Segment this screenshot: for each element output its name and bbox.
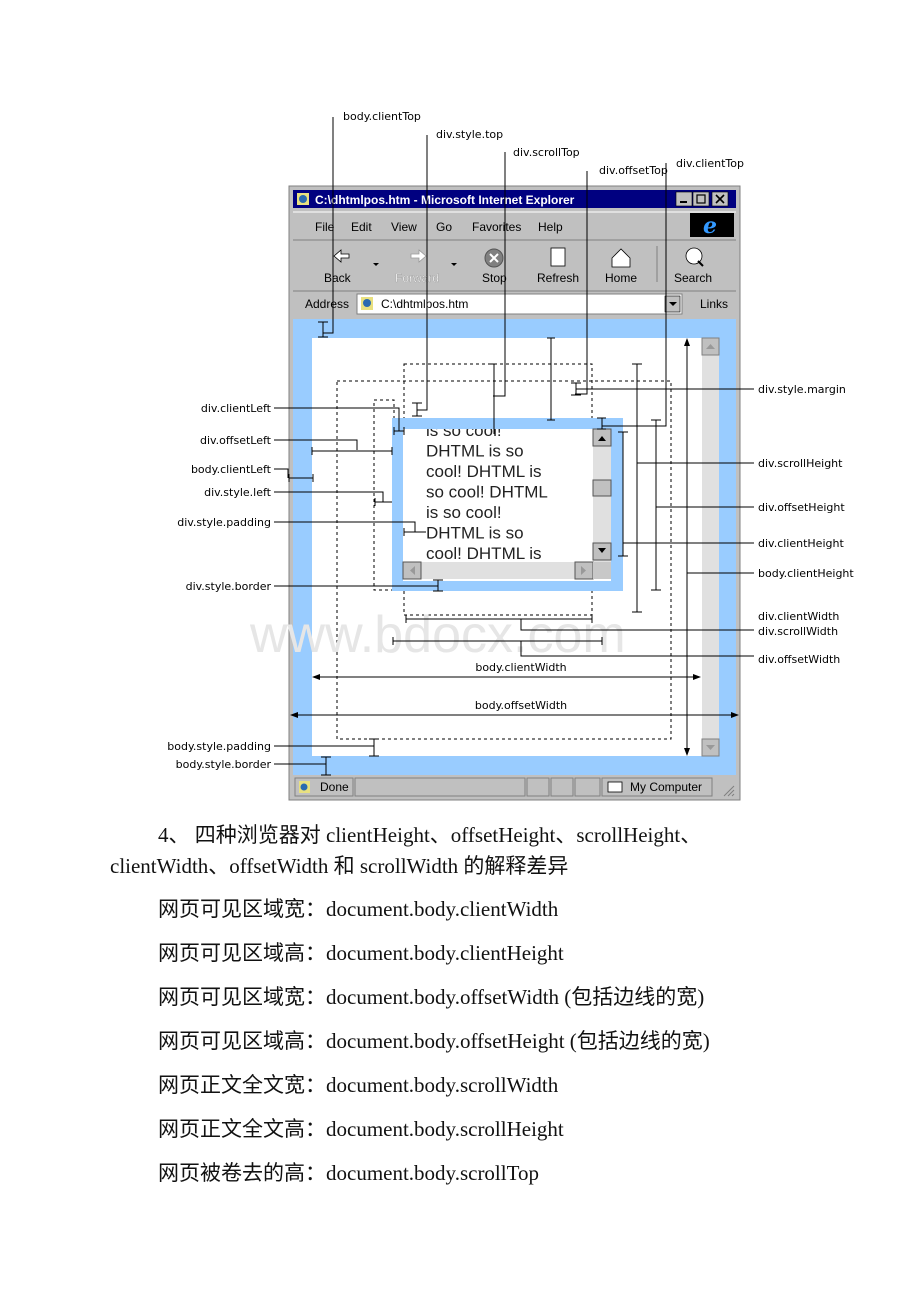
computer-icon — [607, 781, 623, 793]
positioned-div: is so cool!DHTML is socool! DHTML isso c… — [392, 418, 623, 591]
label-body-style-padding: body.style.padding — [167, 740, 271, 753]
label-div-offsetHeight: div.offsetHeight — [758, 501, 845, 514]
label-body-offsetWidth: body.offsetWidth — [475, 699, 567, 712]
list-item: 网页可见区域宽：document.body.clientWidth — [158, 897, 559, 921]
svg-text:Back: Back — [324, 271, 352, 285]
label-div-offsetLeft: div.offsetLeft — [200, 434, 272, 447]
label-div-scrollHeight: div.scrollHeight — [758, 457, 843, 470]
label-div-clientHeight: div.clientHeight — [758, 537, 844, 550]
label-div-style-padding: div.style.padding — [177, 516, 271, 529]
list-item: 网页被卷去的高：document.body.scrollTop — [158, 1161, 539, 1185]
label-div-style-margin: div.style.margin — [758, 383, 846, 396]
list-item: 网页正文全文宽：document.body.scrollWidth — [158, 1073, 559, 1097]
status-text: Done — [320, 780, 349, 794]
status-bar: Done My Computer — [293, 777, 736, 797]
minimize-button[interactable] — [675, 191, 693, 207]
svg-text:Refresh: Refresh — [537, 271, 579, 285]
label-div-offsetTop: div.offsetTop — [599, 164, 668, 177]
done-page-icon — [300, 783, 308, 791]
label-div-style-border: div.style.border — [186, 580, 272, 593]
section-heading-line1: 4、 四种浏览器对 clientHeight、offsetHeight、scro… — [158, 823, 702, 847]
list-item: 网页正文全文高：document.body.scrollHeight — [158, 1117, 564, 1141]
menu-edit[interactable]: Edit — [351, 220, 372, 234]
body-scrollbar[interactable] — [702, 338, 719, 756]
label-div-offsetWidth: div.offsetWidth — [758, 653, 840, 666]
div-text-line: cool! DHTML is — [426, 462, 542, 481]
label-div-clientWidth: div.clientWidth — [758, 610, 839, 623]
address-label: Address — [305, 297, 349, 311]
label-div-scrollWidth: div.scrollWidth — [758, 625, 838, 638]
list-item: 网页可见区域高：document.body.offsetHeight (包括边线… — [158, 1029, 710, 1053]
label-body-clientWidth: body.clientWidth — [475, 661, 566, 674]
menu-favorites[interactable]: Favorites — [472, 220, 521, 234]
div-text-line: so cool! DHTML — [426, 483, 548, 502]
svg-text:Stop: Stop — [482, 271, 507, 285]
list-item: 网页可见区域宽：document.body.offsetWidth (包括边线的… — [158, 985, 705, 1009]
window-title: C:\dhtmlpos.htm - Microsoft Internet Exp… — [315, 193, 575, 207]
label-div-style-top: div.style.top — [436, 128, 503, 141]
svg-text:Search: Search — [674, 271, 712, 285]
links-button[interactable]: Links — [700, 297, 728, 311]
div-scroll-thumb[interactable] — [592, 479, 612, 497]
label-div-clientLeft: div.clientLeft — [201, 402, 272, 415]
label-body-clientLeft: body.clientLeft — [191, 463, 272, 476]
menu-go[interactable]: Go — [436, 220, 452, 234]
address-bar: Address C:\dhtmlpos.htm Links — [293, 290, 736, 315]
label-div-clientTop: div.clientTop — [676, 157, 744, 170]
div-h-scrollbar[interactable] — [403, 562, 593, 579]
address-value: C:\dhtmlpos.htm — [381, 297, 468, 311]
svg-text:Forward: Forward — [395, 271, 439, 285]
label-body-clientTop: body.clientTop — [343, 110, 421, 123]
div-text-line: cool! DHTML is — [426, 544, 542, 563]
close-button[interactable] — [711, 191, 729, 207]
maximize-button[interactable] — [692, 191, 710, 207]
div-text-line: DHTML is so — [426, 442, 524, 461]
label-body-style-border: body.style.border — [176, 758, 272, 771]
watermark: www.bdocx.com — [249, 606, 626, 664]
refresh-icon — [550, 247, 566, 267]
menu-file[interactable]: File — [315, 220, 335, 234]
menu-view[interactable]: View — [391, 220, 417, 234]
div-text-line: DHTML is so — [426, 524, 524, 543]
label-div-scrollTop: div.scrollTop — [513, 146, 580, 159]
div-text-line: is so cool! — [426, 503, 502, 522]
page-icon — [363, 299, 371, 307]
label-body-clientHeight: body.clientHeight — [758, 567, 854, 580]
svg-text:Home: Home — [605, 271, 637, 285]
label-div-style-left: div.style.left — [204, 486, 272, 499]
dhtml-position-diagram: C:\dhtmlpos.htm - Microsoft Internet Exp… — [167, 110, 854, 801]
section-heading-line2: clientWidth、offsetWidth 和 scrollWidth 的解… — [110, 854, 569, 878]
menu-help[interactable]: Help — [538, 220, 563, 234]
ie-e-icon: e — [703, 213, 717, 239]
zone-text: My Computer — [630, 780, 702, 794]
list-item: 网页可见区域高：document.body.clientHeight — [158, 941, 564, 965]
